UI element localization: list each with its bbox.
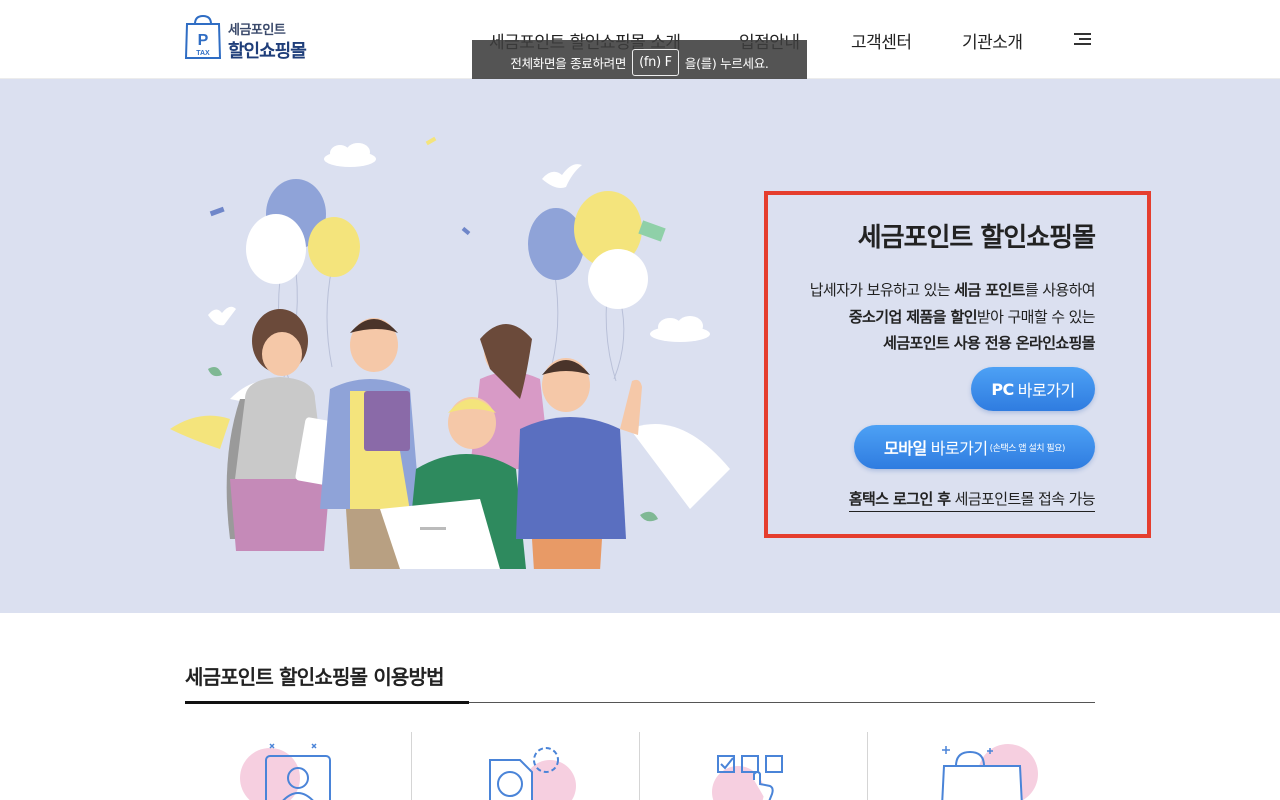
hero-desc-line-2: 중소기업 제품을 할인받아 구매할 수 있는 [848,307,1096,326]
logo-text-top: 세금포인트 [228,23,286,38]
fullscreen-exit-toast: 전체화면을 종료하려면 (fn) F 을(를) 누르세요. [472,40,807,84]
usage-divider [867,732,868,800]
shopping-bag-icon [941,744,1038,800]
mobile-shortcut-button[interactable]: 모바일 바로가기 (손택스 앱 설치 필요) [854,425,1095,469]
hero-description: 납세자가 보유하고 있는 세금 포인트를 사용하여 중소기업 제품을 할인받아 … [809,277,1096,357]
user-screen-icon [240,743,331,800]
toast-text-after: 을(를) 누르세요. [684,55,769,71]
hero-desc-line-3: 세금포인트 사용 전용 온라인쇼핑몰 [883,334,1095,352]
pc-shortcut-button[interactable]: PC 바로가기 [971,367,1095,411]
hero-section: 세금포인트 할인쇼핑몰 납세자가 보유하고 있는 세금 포인트를 사용하여 중소… [0,79,1280,613]
logo-badge-text: TAX [196,50,210,57]
balloon-yellow [308,217,360,277]
shopping-bag-logo-icon: P TAX [184,14,222,59]
site-logo[interactable]: P TAX 세금포인트 할인쇼핑몰 [184,12,324,62]
hamburger-icon[interactable] [1074,31,1094,47]
toast-key-hint: (fn) F [632,48,679,76]
hero-info-box: 세금포인트 할인쇼핑몰 납세자가 보유하고 있는 세금 포인트를 사용하여 중소… [764,191,1151,538]
hero-desc-line-1: 납세자가 보유하고 있는 세금 포인트를 사용하여 [809,281,1096,299]
logo-text-bottom: 할인쇼핑몰 [228,41,307,62]
usage-section-title: 세금포인트 할인쇼핑몰 이용방법 [185,665,445,689]
document-gear-icon [489,747,576,800]
hometax-login-link[interactable]: 홈택스 로그인 후 세금포인트몰 접속 가능 [848,488,1096,512]
nav-item-organization[interactable]: 기관소개 [962,28,1023,53]
laptop-decoration [380,499,500,569]
usage-divider [411,732,412,800]
balloon-white [246,214,306,284]
checklist-click-icon [712,755,783,800]
bird-decoration [542,164,582,188]
cloud-decoration [324,143,710,342]
usage-divider [639,732,640,800]
nav-item-customer-center[interactable]: 고객센터 [851,28,912,53]
toast-text-before: 전체화면을 종료하려면 [510,55,627,71]
usage-title-underline [185,701,469,704]
hero-title: 세금포인트 할인쇼핑몰 [857,223,1096,253]
logo-badge-letter: P [198,32,209,49]
celebration-illustration [170,136,730,569]
